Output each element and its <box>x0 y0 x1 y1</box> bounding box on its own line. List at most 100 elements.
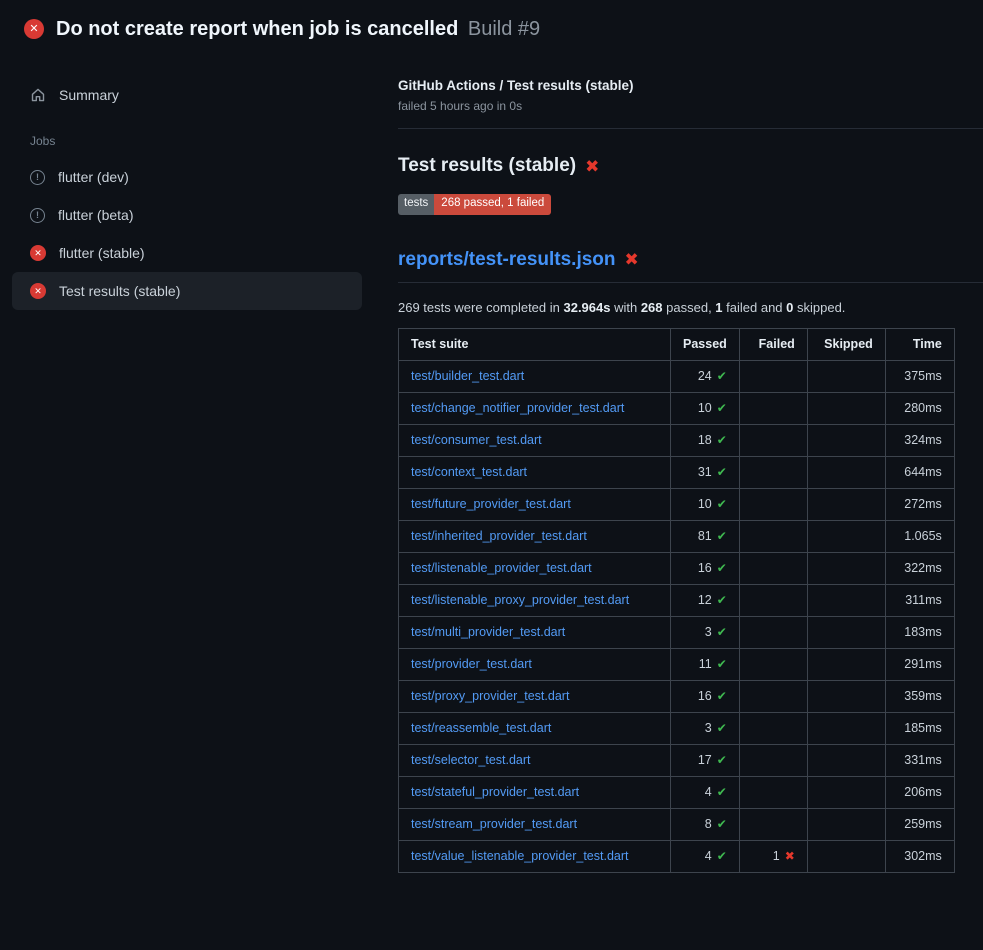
skipped-cell <box>807 616 885 648</box>
check-icon: ✔ <box>717 465 727 479</box>
jobs-list: !flutter (dev)! flutter (beta) ✕flutter (s… <box>12 158 362 310</box>
check-icon: ✔ <box>717 433 727 447</box>
check-icon: ✔ <box>717 369 727 383</box>
suite-cell: test/stream_provider_test.dart <box>399 808 671 840</box>
test-suite-link[interactable]: test/builder_test.dart <box>411 369 524 383</box>
failed-cell: 1✖ <box>739 840 807 872</box>
breadcrumb: GitHub Actions / Test results (stable) <box>398 78 983 93</box>
suite-cell: test/value_listenable_provider_test.dart <box>399 840 671 872</box>
neutral-status-icon: ! <box>30 208 45 223</box>
test-suite-link[interactable]: test/change_notifier_provider_test.dart <box>411 401 624 415</box>
col-passed: Passed <box>671 328 740 360</box>
test-suite-link[interactable]: test/context_test.dart <box>411 465 527 479</box>
job-label: flutter (beta) <box>58 207 133 223</box>
passed-count: 4 <box>705 785 712 799</box>
passed-count: 18 <box>698 433 712 447</box>
tests-status-badge: tests 268 passed, 1 failed <box>398 194 551 215</box>
passed-count: 3 <box>705 721 712 735</box>
sidebar-item-flutter-dev[interactable]: !flutter (dev) <box>12 158 362 196</box>
time-cell: 185ms <box>885 712 954 744</box>
failed-cell <box>739 616 807 648</box>
section-title: Test results (stable) ✖ <box>398 155 983 177</box>
failed-cell <box>739 712 807 744</box>
test-suite-link[interactable]: test/listenable_proxy_provider_test.dart <box>411 593 629 607</box>
cross-mark-icon: ✖ <box>585 158 599 175</box>
suite-cell: test/provider_test.dart <box>399 648 671 680</box>
time-cell: 375ms <box>885 360 954 392</box>
test-suite-link[interactable]: test/consumer_test.dart <box>411 433 542 447</box>
passed-count: 31 <box>698 465 712 479</box>
sidebar-item-summary[interactable]: Summary <box>12 76 362 114</box>
failed-cell <box>739 584 807 616</box>
passed-cell: 3✔ <box>671 616 740 648</box>
check-icon: ✔ <box>717 817 727 831</box>
test-suite-link[interactable]: test/multi_provider_test.dart <box>411 625 565 639</box>
skipped-cell <box>807 744 885 776</box>
test-suite-link[interactable]: test/stream_provider_test.dart <box>411 817 577 831</box>
failed-cell <box>739 456 807 488</box>
skipped-cell <box>807 552 885 584</box>
passed-count: 10 <box>698 401 712 415</box>
test-suite-link[interactable]: test/future_provider_test.dart <box>411 497 571 511</box>
time-cell: 311ms <box>885 584 954 616</box>
sidebar-item-flutter-beta[interactable]: ! flutter (beta) <box>12 196 362 234</box>
summary-line: 269 tests were completed in 32.964s with… <box>398 300 983 315</box>
skipped-cell <box>807 424 885 456</box>
job-label: flutter (stable) <box>59 245 145 261</box>
main-content: GitHub Actions / Test results (stable) f… <box>374 54 983 873</box>
test-suite-link[interactable]: test/reassemble_test.dart <box>411 721 551 735</box>
test-suite-link[interactable]: test/value_listenable_provider_test.dart <box>411 849 629 863</box>
build-number: Build #9 <box>468 18 540 40</box>
skipped-cell <box>807 456 885 488</box>
col-skipped: Skipped <box>807 328 885 360</box>
suite-cell: test/proxy_provider_test.dart <box>399 680 671 712</box>
summary-label: Summary <box>59 87 119 103</box>
passed-count: 12 <box>698 593 712 607</box>
time-cell: 272ms <box>885 488 954 520</box>
time-cell: 291ms <box>885 648 954 680</box>
test-suite-link[interactable]: test/listenable_provider_test.dart <box>411 561 592 575</box>
sidebar-item-flutter-stable[interactable]: ✕flutter (stable) <box>12 234 362 272</box>
passed-count: 81 <box>698 529 712 543</box>
test-suite-row: test/listenable_proxy_provider_test.dart… <box>399 584 955 616</box>
test-suite-row: test/value_listenable_provider_test.dart… <box>399 840 955 872</box>
check-icon: ✔ <box>717 753 727 767</box>
skipped-cell <box>807 520 885 552</box>
time-cell: 302ms <box>885 840 954 872</box>
check-icon: ✔ <box>717 401 727 415</box>
test-suite-link[interactable]: test/stateful_provider_test.dart <box>411 785 579 799</box>
suite-cell: test/context_test.dart <box>399 456 671 488</box>
header-divider <box>398 128 983 129</box>
test-suite-row: test/context_test.dart31✔644ms <box>399 456 955 488</box>
col-time: Time <box>885 328 954 360</box>
failed-cell <box>739 520 807 552</box>
check-icon: ✔ <box>717 497 727 511</box>
suite-cell: test/builder_test.dart <box>399 360 671 392</box>
test-suite-link[interactable]: test/provider_test.dart <box>411 657 532 671</box>
test-suite-link[interactable]: test/proxy_provider_test.dart <box>411 689 569 703</box>
passed-count: 3 <box>705 625 712 639</box>
report-link[interactable]: reports/test-results.json <box>398 249 616 271</box>
failed-cell <box>739 552 807 584</box>
time-cell: 359ms <box>885 680 954 712</box>
skipped-cell <box>807 680 885 712</box>
skipped-cell <box>807 712 885 744</box>
failed-count: 1 <box>773 849 780 863</box>
passed-cell: 10 ✔ <box>671 392 740 424</box>
time-cell: 1.065s <box>885 520 954 552</box>
passed-count: 8 <box>705 817 712 831</box>
test-suite-link[interactable]: test/selector_test.dart <box>411 753 531 767</box>
results-table: Test suite Passed Failed Skipped Time te… <box>398 328 955 873</box>
check-icon: ✔ <box>717 625 727 639</box>
check-icon: ✔ <box>717 529 727 543</box>
failed-cell <box>739 424 807 456</box>
passed-cell: 18 ✔ <box>671 424 740 456</box>
sidebar-item-test-results-stable[interactable]: ✕Test results (stable) <box>12 272 362 310</box>
test-suite-row: test/selector_test.dart17✔331ms <box>399 744 955 776</box>
skipped-cell <box>807 648 885 680</box>
passed-cell: 16✔ <box>671 552 740 584</box>
test-suite-row: test/multi_provider_test.dart3✔183ms <box>399 616 955 648</box>
passed-cell: 81 ✔ <box>671 520 740 552</box>
test-suite-link[interactable]: test/inherited_provider_test.dart <box>411 529 587 543</box>
time-cell: 331ms <box>885 744 954 776</box>
